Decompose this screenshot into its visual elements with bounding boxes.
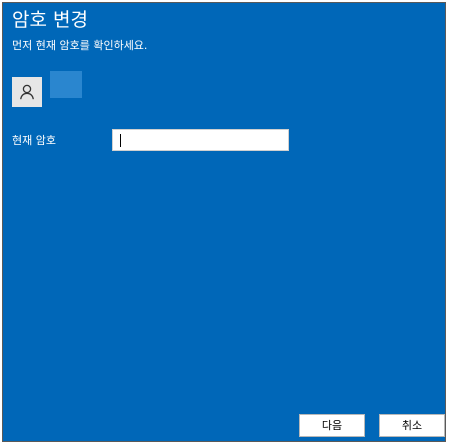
- change-password-dialog: 암호 변경 먼저 현재 암호를 확인하세요. 현재 암호 다음 취소: [2, 2, 446, 442]
- current-password-label: 현재 암호: [12, 134, 56, 147]
- user-icon: [18, 83, 36, 101]
- account-username: [50, 71, 82, 98]
- current-password-input[interactable]: [112, 129, 289, 151]
- avatar: [12, 77, 42, 107]
- dialog-title: 암호 변경: [12, 9, 88, 31]
- next-button[interactable]: 다음: [299, 414, 365, 437]
- cancel-button[interactable]: 취소: [379, 414, 445, 437]
- dialog-subtitle: 먼저 현재 암호를 확인하세요.: [12, 39, 148, 52]
